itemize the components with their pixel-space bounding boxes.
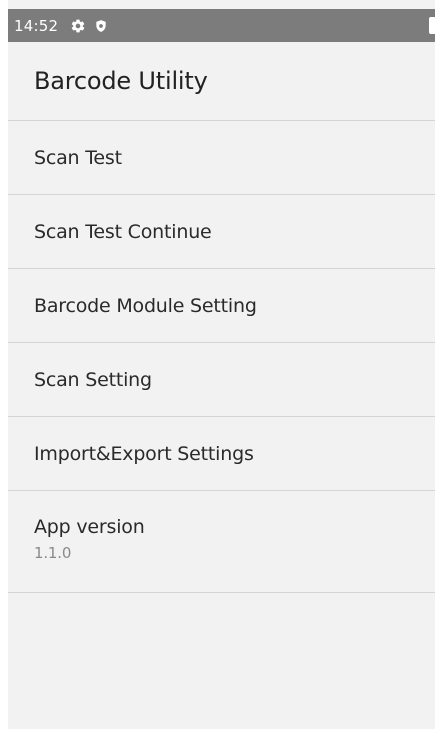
app-version-item: App version 1.1.0 xyxy=(8,491,435,593)
settings-gear-icon xyxy=(70,18,86,34)
menu-item-import-export-settings[interactable]: Import&Export Settings xyxy=(8,417,435,491)
menu-item-scan-test[interactable]: Scan Test xyxy=(8,121,435,195)
menu-item-scan-setting[interactable]: Scan Setting xyxy=(8,343,435,417)
page-title: Barcode Utility xyxy=(34,67,208,95)
app-bar: Barcode Utility xyxy=(8,42,435,121)
android-screen: 14:52 Barcode Utility Scan Test Scan Tes… xyxy=(8,0,435,729)
shield-icon xyxy=(94,18,108,34)
battery-icon xyxy=(429,17,435,34)
app-version-value: 1.1.0 xyxy=(34,543,72,562)
app-version-label: App version xyxy=(34,515,145,538)
settings-list: Scan Test Scan Test Continue Barcode Mod… xyxy=(8,121,435,593)
menu-item-barcode-module-setting[interactable]: Barcode Module Setting xyxy=(8,269,435,343)
status-bar: 14:52 xyxy=(8,9,435,42)
status-time: 14:52 xyxy=(14,16,59,35)
menu-item-scan-test-continue[interactable]: Scan Test Continue xyxy=(8,195,435,269)
